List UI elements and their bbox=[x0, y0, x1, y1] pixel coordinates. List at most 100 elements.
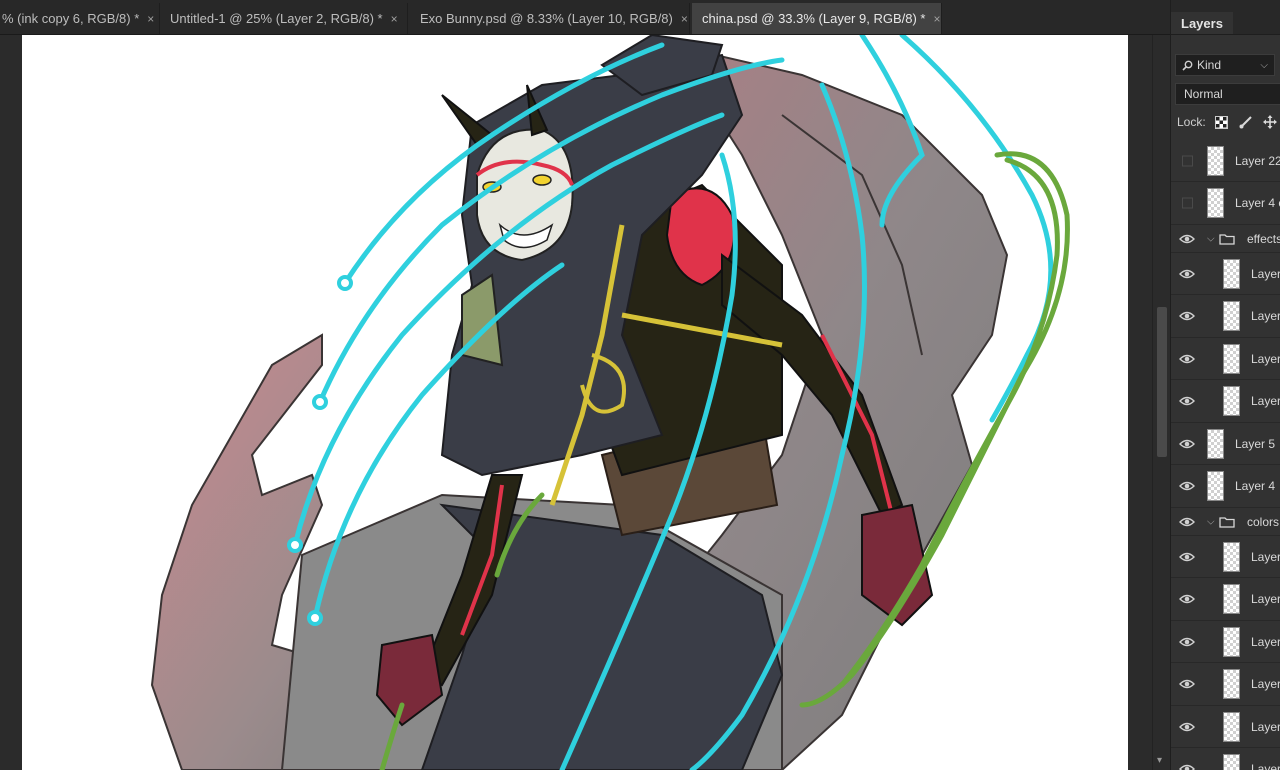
visibility-eye-icon[interactable] bbox=[1179, 550, 1195, 564]
chevron-down-icon: ⌵ bbox=[1260, 59, 1268, 71]
layer-row[interactable]: Layer 4 bbox=[1171, 466, 1280, 508]
document-tab-0[interactable]: % (ink copy 6, RGB/8) * × bbox=[0, 3, 160, 34]
layer-thumbnail bbox=[1223, 626, 1240, 657]
visibility-eye-icon[interactable] bbox=[1179, 720, 1195, 734]
layer-name: Layer bbox=[1251, 719, 1280, 734]
layer-name: Layer bbox=[1251, 351, 1280, 366]
layer-row[interactable]: Layer 4 c bbox=[1171, 183, 1280, 225]
layer-thumbnail bbox=[1223, 669, 1240, 699]
chevron-down-icon[interactable]: ⌵ bbox=[1207, 516, 1215, 527]
visibility-eye-icon[interactable] bbox=[1179, 394, 1195, 408]
document-tab-label: % (ink copy 6, RGB/8) * bbox=[2, 11, 140, 26]
blend-mode-select[interactable]: Normal bbox=[1175, 83, 1280, 105]
layer-row[interactable]: Layer 5 bbox=[1171, 423, 1280, 465]
vertical-scrollbar[interactable]: ▾ bbox=[1152, 35, 1171, 770]
lock-image-pixels-brush-icon[interactable] bbox=[1238, 114, 1254, 130]
lock-controls: Lock: bbox=[1177, 112, 1278, 132]
layer-name: Layer bbox=[1251, 677, 1280, 691]
layer-group-row[interactable]: ⌵ colors bbox=[1171, 508, 1280, 536]
tab-layers[interactable]: Layers bbox=[1171, 12, 1233, 34]
layer-name: Layer bbox=[1251, 634, 1280, 649]
visibility-eye-icon[interactable] bbox=[1179, 232, 1195, 246]
scrollbar-thumb[interactable] bbox=[1157, 307, 1167, 457]
panel-header: Layers bbox=[1171, 0, 1280, 35]
layer-filter-select[interactable]: Kind ⌵ bbox=[1175, 54, 1275, 76]
document-tab-1[interactable]: Untitled-1 @ 25% (Layer 2, RGB/8) * × bbox=[160, 3, 408, 34]
layer-name: Layer bbox=[1251, 309, 1280, 323]
layer-thumbnail bbox=[1223, 386, 1240, 416]
layer-row[interactable]: Layer bbox=[1171, 621, 1280, 663]
document-tab-2[interactable]: Exo Bunny.psd @ 8.33% (Layer 10, RGB/8) × bbox=[410, 3, 690, 34]
layer-filter-label: Kind bbox=[1197, 58, 1222, 72]
layer-group-name: effects bbox=[1247, 231, 1280, 246]
blend-mode-value: Normal bbox=[1184, 87, 1223, 101]
layer-name: Layer bbox=[1251, 592, 1280, 606]
visibility-eye-icon[interactable] bbox=[1179, 309, 1195, 323]
layer-row[interactable]: Layer bbox=[1171, 296, 1280, 338]
layer-name: Layer 4 c bbox=[1235, 196, 1280, 210]
layer-thumbnail bbox=[1223, 258, 1240, 289]
document-tab-label: Exo Bunny.psd @ 8.33% (Layer 10, RGB/8) bbox=[420, 11, 673, 26]
visibility-eye-icon[interactable] bbox=[1179, 352, 1195, 366]
layer-thumbnail bbox=[1223, 541, 1240, 572]
layer-row[interactable]: Layer bbox=[1171, 253, 1280, 295]
layer-thumbnail bbox=[1207, 188, 1224, 218]
layer-thumbnail bbox=[1223, 301, 1240, 331]
close-icon[interactable]: × bbox=[391, 12, 398, 26]
layer-group-name: colors bbox=[1247, 514, 1280, 529]
artwork bbox=[150, 35, 1070, 770]
layer-name: Layer 4 bbox=[1235, 479, 1276, 493]
lock-label: Lock: bbox=[1177, 115, 1206, 129]
layer-name: Layer bbox=[1251, 394, 1280, 408]
tab-layers-label: Layers bbox=[1181, 15, 1223, 31]
visibility-eye-icon[interactable] bbox=[1179, 437, 1195, 451]
layers-panel: Layers Kind ⌵ Normal Lock: Layer 22 Layer… bbox=[1170, 0, 1280, 770]
layer-name: Layer 5 bbox=[1235, 436, 1276, 451]
folder-icon bbox=[1219, 516, 1235, 528]
visibility-eye-icon[interactable] bbox=[1179, 515, 1195, 529]
close-icon[interactable]: × bbox=[147, 12, 154, 26]
layer-row[interactable]: Layer 22 bbox=[1171, 140, 1280, 182]
layer-thumbnail bbox=[1223, 584, 1240, 614]
visibility-eye-icon[interactable] bbox=[1179, 479, 1195, 493]
folder-icon bbox=[1219, 233, 1235, 245]
layer-thumbnail bbox=[1223, 754, 1240, 770]
visibility-eye-icon[interactable] bbox=[1179, 635, 1195, 649]
layer-row[interactable]: Layer bbox=[1171, 706, 1280, 748]
visibility-eye-icon[interactable] bbox=[1179, 762, 1195, 770]
lock-transparent-pixels-icon[interactable] bbox=[1214, 114, 1230, 130]
document-tab-label: china.psd @ 33.3% (Layer 9, RGB/8) * bbox=[702, 11, 926, 26]
layer-thumbnail bbox=[1223, 343, 1240, 374]
layer-thumbnail bbox=[1207, 145, 1224, 176]
close-icon[interactable]: × bbox=[681, 12, 688, 26]
layer-thumbnail bbox=[1207, 428, 1224, 459]
visibility-eye-icon[interactable] bbox=[1179, 677, 1195, 691]
visibility-eye-icon[interactable] bbox=[1179, 592, 1195, 606]
layer-row[interactable]: Layer bbox=[1171, 536, 1280, 578]
close-icon[interactable]: × bbox=[933, 12, 940, 26]
layer-thumbnail bbox=[1223, 711, 1240, 742]
layer-row[interactable]: Layer bbox=[1171, 381, 1280, 423]
layer-name: Layer bbox=[1251, 549, 1280, 564]
layer-row[interactable]: Layer bbox=[1171, 338, 1280, 380]
visibility-toggle-off[interactable] bbox=[1182, 155, 1193, 166]
document-tab-bar: % (ink copy 6, RGB/8) * × Untitled-1 @ 25%… bbox=[0, 0, 1170, 35]
document-tab-3[interactable]: china.psd @ 33.3% (Layer 9, RGB/8) * × bbox=[692, 3, 942, 34]
visibility-eye-icon[interactable] bbox=[1179, 267, 1195, 281]
layer-row[interactable]: Layer bbox=[1171, 749, 1280, 770]
document-canvas[interactable] bbox=[22, 35, 1128, 770]
layer-list: Layer 22 Layer 4 c ⌵ effects Layer Layer Layer… bbox=[1171, 140, 1280, 770]
layer-group-row[interactable]: ⌵ effects bbox=[1171, 225, 1280, 253]
layer-name: Layer 22 bbox=[1235, 153, 1280, 168]
layer-thumbnail bbox=[1207, 471, 1224, 501]
lock-position-move-icon[interactable] bbox=[1262, 114, 1278, 130]
layer-name: Layer bbox=[1251, 266, 1280, 281]
layer-name: Layer bbox=[1251, 762, 1280, 770]
visibility-toggle-off[interactable] bbox=[1182, 197, 1193, 209]
scroll-down-icon[interactable]: ▾ bbox=[1157, 755, 1162, 766]
chevron-down-icon[interactable]: ⌵ bbox=[1207, 233, 1215, 244]
document-tab-label: Untitled-1 @ 25% (Layer 2, RGB/8) * bbox=[170, 11, 383, 26]
layer-row[interactable]: Layer bbox=[1171, 664, 1280, 706]
workspace bbox=[0, 35, 1152, 770]
layer-row[interactable]: Layer bbox=[1171, 579, 1280, 621]
